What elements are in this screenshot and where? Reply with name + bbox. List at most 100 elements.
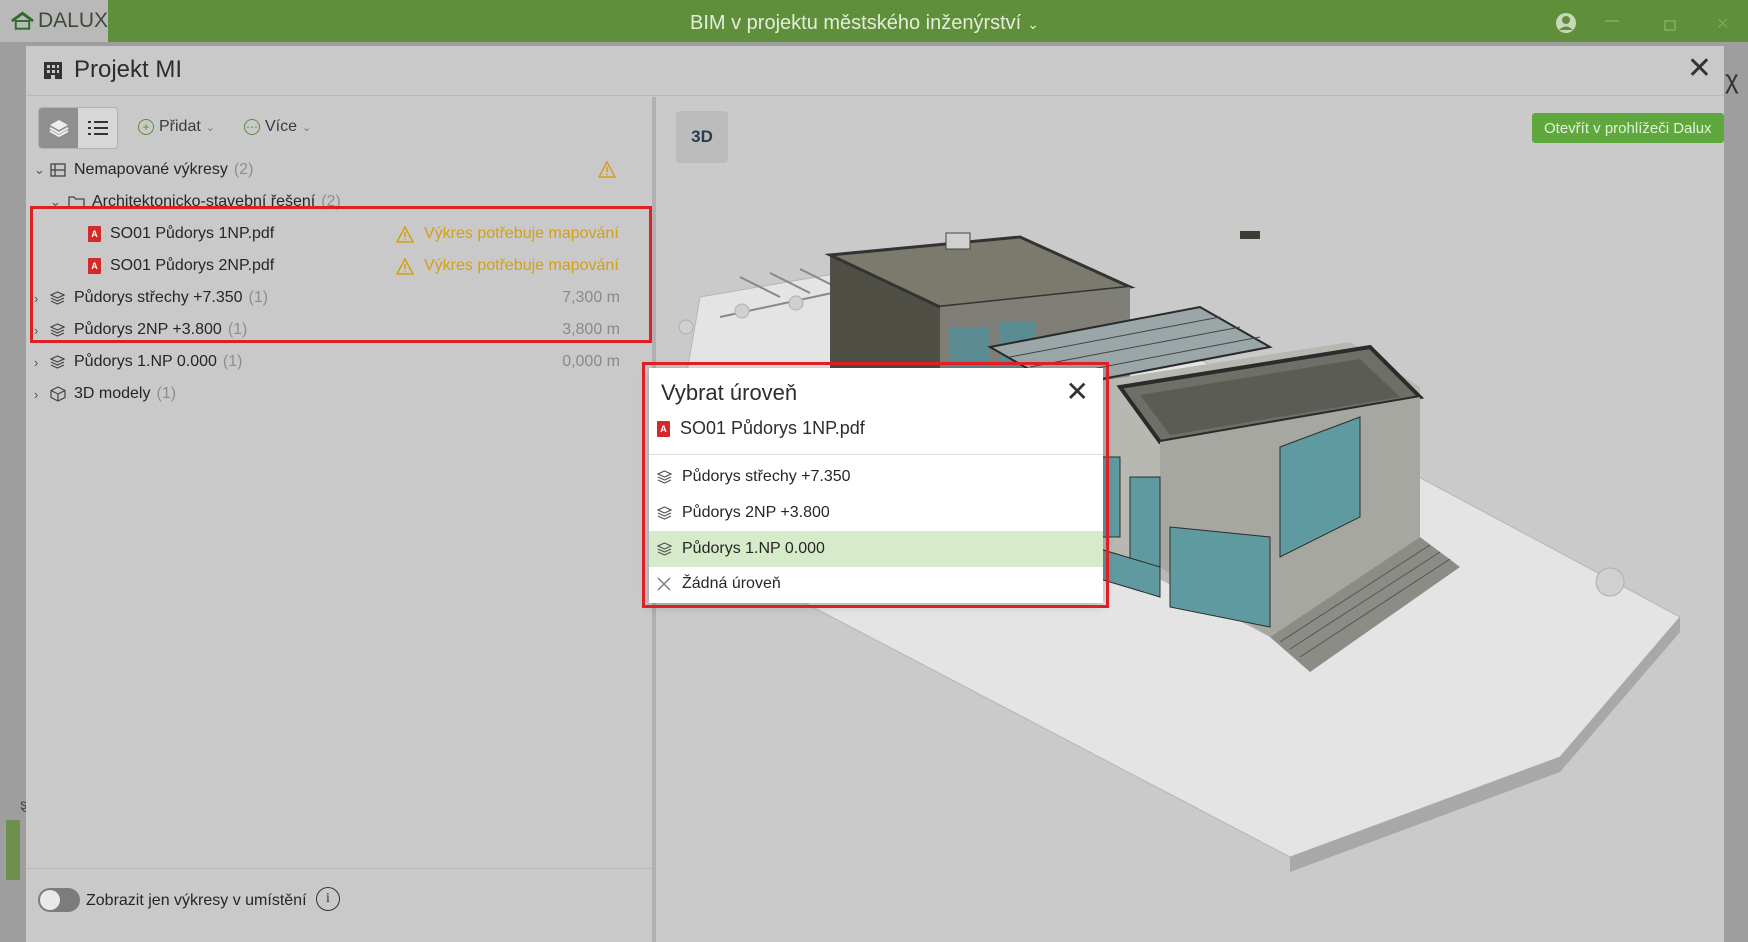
layers-icon	[50, 291, 65, 305]
level-option-selected[interactable]: Půdorys 1.NP 0.000	[649, 531, 1103, 567]
tree-row-3d-models[interactable]: › 3D modely (1)	[26, 378, 652, 410]
warning-icon	[598, 161, 616, 178]
window-close-icon[interactable]: ✕	[1716, 14, 1729, 34]
level-option-label: Žádná úroveň	[682, 575, 781, 592]
project-selector-label: BIM v projektu městského inženýrství	[690, 12, 1022, 34]
warning-icon	[396, 257, 414, 275]
chevron-down-icon: ⌄	[302, 121, 312, 134]
level-elevation: 7,300 m	[562, 289, 620, 306]
tree-row-unmapped[interactable]: ⌄ Nemapované výkresy (2)	[26, 154, 652, 186]
chevron-right-icon[interactable]: ›	[34, 291, 38, 306]
level-option-label: Půdorys 1.NP 0.000	[682, 540, 825, 557]
tree-row-label: Půdorys 2NP +3.800	[74, 321, 222, 338]
chevron-down-icon: ⌄	[1027, 16, 1039, 32]
more-button-label: Více	[265, 118, 298, 135]
mapping-status-label: Výkres potřebuje mapování	[424, 257, 619, 274]
level-option-none[interactable]: Žádná úroveň	[649, 566, 1103, 602]
panel-toolbar: + Přidat ⌄ ⋯ Více ⌄	[38, 107, 638, 149]
list-icon	[87, 121, 108, 135]
modal-header: Projekt MI ✕	[26, 46, 1724, 96]
minimize-icon[interactable]	[1605, 20, 1619, 22]
popup-file: A SO01 Půdorys 1NP.pdf	[657, 418, 865, 439]
plus-circle-icon: +	[138, 119, 154, 135]
background-close-icon: χ	[1725, 64, 1739, 94]
popup-divider	[649, 454, 1103, 455]
info-icon[interactable]: i	[316, 887, 340, 911]
x-icon	[657, 577, 671, 591]
cube-icon	[50, 386, 66, 402]
location-filter-label: Zobrazit jen výkresy v umístění	[86, 892, 307, 909]
layers-icon	[657, 470, 672, 484]
add-button-label: Přidat	[159, 118, 201, 135]
tree-row-count: (1)	[227, 321, 248, 338]
project-selector[interactable]: BIM v projektu městského inženýrství ⌄	[690, 12, 1039, 35]
add-button[interactable]: + Přidat ⌄	[138, 118, 215, 136]
maximize-icon[interactable]	[1664, 20, 1676, 31]
dalux-logo[interactable]: DALUX	[0, 0, 108, 42]
modal-title: Projekt MI	[74, 56, 183, 83]
layers-icon	[50, 355, 65, 369]
chevron-right-icon[interactable]: ›	[34, 387, 38, 402]
level-elevation: 3,800 m	[562, 321, 620, 338]
open-in-viewer-button[interactable]: Otevřít v prohlížeči Dalux	[1532, 113, 1724, 143]
location-filter-toggle[interactable]	[38, 888, 80, 912]
drawings-panel: + Přidat ⌄ ⋯ Více ⌄ ⌄ Nemapované výkresy…	[26, 97, 656, 942]
tree-row-label: Půdorys střechy +7.350	[74, 289, 243, 306]
select-level-popup: Vybrat úroveň ✕ A SO01 Půdorys 1NP.pdf P…	[649, 368, 1103, 603]
mapping-status-label: Výkres potřebuje mapování	[424, 225, 619, 242]
tree-row-level[interactable]: › Půdorys 2NP +3.800 (1) 3,800 m	[26, 314, 652, 346]
level-option[interactable]: Půdorys 2NP +3.800	[649, 495, 1103, 531]
building-icon	[44, 62, 62, 79]
tree-row-label: SO01 Půdorys 2NP.pdf	[110, 257, 275, 274]
tree-row-label: SO01 Půdorys 1NP.pdf	[110, 225, 275, 242]
folder-icon	[68, 196, 85, 209]
mapping-status[interactable]: Výkres potřebuje mapování	[396, 257, 619, 275]
chevron-right-icon[interactable]: ›	[34, 323, 38, 338]
toggle-knob	[40, 890, 60, 910]
close-icon[interactable]: ✕	[1066, 378, 1089, 406]
popup-title: Vybrat úroveň	[661, 380, 798, 405]
level-option-label: Půdorys 2NP +3.800	[682, 504, 830, 521]
tree-row-folder[interactable]: ⌄ Architektonicko-stavební řešení (2)	[26, 186, 652, 218]
tree-row-drawing[interactable]: A SO01 Půdorys 2NP.pdf Výkres potřebuje …	[26, 250, 652, 282]
chevron-down-icon[interactable]: ⌄	[34, 162, 45, 178]
logo-text: DALUX	[37, 9, 108, 32]
mapping-status[interactable]: Výkres potřebuje mapování	[396, 225, 619, 243]
chevron-right-icon[interactable]: ›	[34, 355, 38, 370]
sheets-icon	[50, 163, 66, 177]
view-mode-3d-button[interactable]: 3D	[676, 111, 728, 163]
close-icon[interactable]: ✕	[1687, 54, 1712, 84]
tree-row-drawing[interactable]: A SO01 Půdorys 1NP.pdf Výkres potřebuje …	[26, 218, 652, 250]
layers-icon	[657, 542, 672, 556]
tree-row-count: (1)	[156, 385, 177, 402]
popup-file-name: SO01 Půdorys 1NP.pdf	[680, 418, 865, 438]
user-icon[interactable]	[1555, 12, 1577, 34]
tree-row-level[interactable]: › Půdorys 1.NP 0.000 (1) 0,000 m	[26, 346, 652, 378]
tree-row-label: Půdorys 1.NP 0.000	[74, 353, 217, 370]
level-option[interactable]: Půdorys střechy +7.350	[649, 459, 1103, 495]
layers-icon	[50, 323, 65, 337]
tree-row-label: 3D modely	[74, 385, 151, 402]
warning-icon	[396, 225, 414, 243]
tree-row-count: (1)	[222, 353, 243, 370]
tree-row-level[interactable]: › Půdorys střechy +7.350 (1) 7,300 m	[26, 282, 652, 314]
pdf-icon: A	[88, 258, 101, 274]
pdf-icon: A	[657, 420, 670, 437]
more-circle-icon: ⋯	[244, 119, 260, 135]
view-toggle	[38, 107, 118, 149]
tree-row-label: Nemapované výkresy	[74, 161, 228, 178]
level-elevation: 0,000 m	[562, 353, 620, 370]
footer-divider	[26, 868, 652, 869]
chevron-down-icon[interactable]: ⌄	[50, 194, 61, 210]
tree-row-count: (1)	[248, 289, 269, 306]
layers-icon	[49, 120, 68, 138]
list-view-button[interactable]	[78, 108, 117, 148]
tree-row-label: Architektonicko-stavební řešení	[92, 193, 316, 210]
tree-row-count: (2)	[321, 193, 341, 210]
tree-row-count: (2)	[233, 161, 254, 178]
background-sidebar-accent	[6, 820, 20, 880]
level-option-label: Půdorys střechy +7.350	[682, 468, 851, 485]
layers-view-button[interactable]	[39, 108, 78, 148]
pdf-icon: A	[88, 226, 101, 242]
more-button[interactable]: ⋯ Více ⌄	[244, 118, 311, 136]
